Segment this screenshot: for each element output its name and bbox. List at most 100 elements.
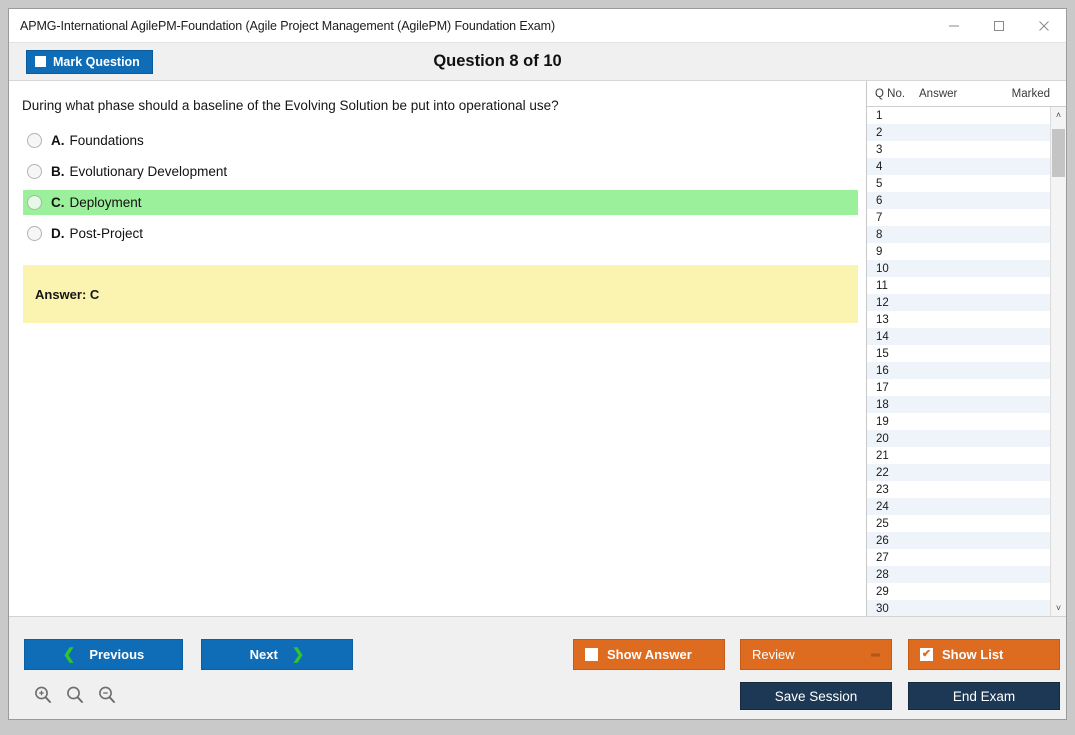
question-list-row-number: 12	[876, 296, 889, 309]
question-list-row[interactable]: 12	[867, 294, 1050, 311]
option-row-b[interactable]: B. Evolutionary Development	[23, 159, 858, 184]
save-session-button[interactable]: Save Session	[740, 682, 892, 710]
question-list-row[interactable]: 1	[867, 107, 1050, 124]
question-list-row[interactable]: 19	[867, 413, 1050, 430]
option-row-c[interactable]: C. Deployment	[23, 190, 858, 216]
chevron-left-icon: ❮	[62, 646, 76, 663]
question-list-row[interactable]: 18	[867, 396, 1050, 413]
radio-icon-a[interactable]	[27, 133, 42, 149]
question-list-row[interactable]: 27	[867, 549, 1050, 566]
question-list-row[interactable]: 25	[867, 515, 1050, 532]
show-answer-checkbox-icon[interactable]	[585, 648, 598, 661]
scrollbar-thumb[interactable]	[1052, 129, 1065, 177]
chevron-down-icon[interactable]	[871, 653, 880, 656]
answer-reveal-box: Answer: C	[23, 265, 858, 324]
question-list-row[interactable]: 29	[867, 583, 1050, 600]
window-title: APMG-International AgilePM-Foundation (A…	[20, 18, 556, 33]
option-letter-b: B.	[51, 164, 65, 180]
question-list-row-number: 6	[876, 194, 883, 207]
mark-question-checkbox-icon[interactable]	[35, 56, 46, 67]
question-list-row[interactable]: 24	[867, 498, 1050, 515]
question-list-row-number: 2	[876, 126, 883, 139]
question-list-row[interactable]: 14	[867, 328, 1050, 345]
question-list-row[interactable]: 22	[867, 464, 1050, 481]
option-letter-c: C.	[51, 195, 65, 211]
show-answer-label: Show Answer	[607, 647, 692, 662]
previous-button-label: Previous	[89, 647, 145, 662]
question-list-row[interactable]: 10	[867, 260, 1050, 277]
next-button[interactable]: Next ❯	[201, 639, 353, 670]
question-list-row-number: 16	[876, 364, 889, 377]
question-pane: During what phase should a baseline of t…	[9, 81, 866, 616]
question-list-row[interactable]: 2	[867, 124, 1050, 141]
question-list-row-number: 14	[876, 330, 889, 343]
zoom-out-icon[interactable]	[97, 685, 117, 710]
close-icon[interactable]	[1021, 9, 1066, 42]
option-text-a: Foundations	[69, 133, 144, 149]
question-list-row[interactable]: 7	[867, 209, 1050, 226]
option-text-b: Evolutionary Development	[69, 164, 228, 180]
question-list-row[interactable]: 3	[867, 141, 1050, 158]
scroll-up-icon[interactable]: ˄	[1051, 107, 1066, 123]
show-answer-button[interactable]: Show Answer	[573, 639, 725, 670]
minimize-icon[interactable]	[931, 9, 976, 42]
column-header-qno: Q No.	[875, 87, 906, 100]
question-list-row-number: 11	[876, 279, 888, 292]
end-exam-button[interactable]: End Exam	[908, 682, 1060, 710]
question-list-row[interactable]: 9	[867, 243, 1050, 260]
option-row-a[interactable]: A. Foundations	[23, 128, 858, 153]
question-list-row-number: 22	[876, 466, 889, 479]
column-header-answer: Answer	[919, 87, 958, 100]
question-list-row[interactable]: 23	[867, 481, 1050, 498]
zoom-in-icon[interactable]	[33, 685, 53, 710]
question-list-row-number: 7	[876, 211, 883, 224]
end-exam-label: End Exam	[952, 688, 1016, 704]
mark-question-button[interactable]: Mark Question	[26, 49, 153, 74]
question-counter: Question 8 of 10	[433, 52, 562, 70]
show-list-label: Show List	[942, 647, 1004, 662]
option-row-d[interactable]: D. Post-Project	[23, 221, 858, 246]
question-list-scrollbar[interactable]: ˄ ˅	[1050, 107, 1066, 616]
review-dropdown[interactable]: Review	[740, 639, 892, 670]
radio-icon-b[interactable]	[27, 164, 42, 180]
question-list-row-number: 28	[876, 568, 889, 581]
question-list-row[interactable]: 20	[867, 430, 1050, 447]
question-list-row[interactable]: 6	[867, 192, 1050, 209]
maximize-icon[interactable]	[976, 9, 1021, 42]
previous-button[interactable]: ❮ Previous	[24, 639, 183, 670]
question-list-row[interactable]: 4	[867, 158, 1050, 175]
review-label: Review	[752, 647, 795, 662]
question-list-row[interactable]: 28	[867, 566, 1050, 583]
question-list-row-number: 20	[876, 432, 889, 445]
question-list-row[interactable]: 13	[867, 311, 1050, 328]
question-list-row[interactable]: 8	[867, 226, 1050, 243]
show-list-checkbox-icon[interactable]: ✔	[920, 648, 933, 661]
question-list-header: Q No. Answer Marked	[867, 81, 1066, 107]
question-list-row-number: 19	[876, 415, 889, 428]
question-text: During what phase should a baseline of t…	[22, 98, 559, 113]
question-list-row-number: 5	[876, 177, 883, 190]
scroll-down-icon[interactable]: ˅	[1051, 600, 1066, 616]
zoom-reset-icon[interactable]	[65, 685, 85, 710]
question-list-row[interactable]: 16	[867, 362, 1050, 379]
question-list-row[interactable]: 5	[867, 175, 1050, 192]
scrollbar-track[interactable]	[1051, 123, 1066, 600]
radio-icon-d[interactable]	[27, 226, 42, 242]
question-list-row-number: 29	[876, 585, 889, 598]
zoom-controls	[33, 685, 117, 710]
question-list-row[interactable]: 30	[867, 600, 1050, 616]
option-letter-d: D.	[51, 226, 65, 242]
question-list-rows: 1 2 3 4 5 6 7 8 9 10 11 12 13 14 15 16 17 18 19 20 21 22 23 24 2…	[867, 107, 1050, 616]
question-list-row[interactable]: 17	[867, 379, 1050, 396]
question-list-row[interactable]: 26	[867, 532, 1050, 549]
show-list-button[interactable]: ✔ Show List	[908, 639, 1060, 670]
question-list-row-number: 26	[876, 534, 889, 547]
question-list-row[interactable]: 15	[867, 345, 1050, 362]
question-list-row[interactable]: 11	[867, 277, 1050, 294]
question-list-row-number: 1	[876, 109, 883, 122]
radio-icon-c[interactable]	[27, 195, 42, 211]
question-list-row-number: 17	[876, 381, 889, 394]
question-list-row[interactable]: 21	[867, 447, 1050, 464]
save-session-label: Save Session	[774, 688, 858, 704]
question-header-bar: Mark Question Question 8 of 10	[9, 43, 1066, 81]
